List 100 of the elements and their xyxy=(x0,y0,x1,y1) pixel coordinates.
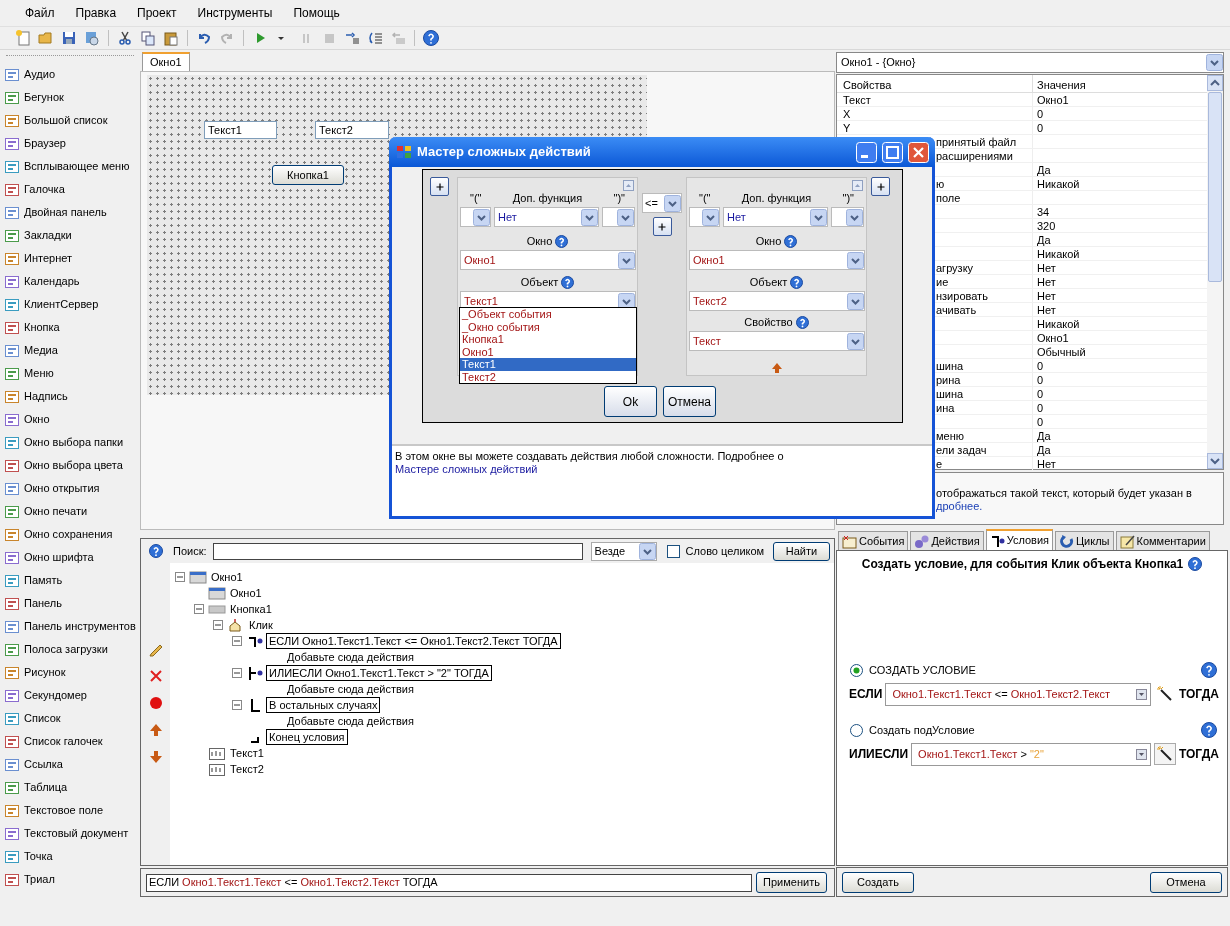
operator-dropdown[interactable]: <= xyxy=(642,193,682,213)
tab[interactable]: Условия xyxy=(985,529,1053,550)
placeholder-node[interactable]: Добавьте сюда действия xyxy=(285,712,416,730)
toolbox-item[interactable]: Окно печати xyxy=(0,500,140,523)
collapse-icon[interactable] xyxy=(232,668,242,678)
tree-node[interactable]: Окно1 xyxy=(228,584,264,602)
dropdown-option[interactable]: Текст1 xyxy=(460,358,636,371)
toolbox-item[interactable]: Триал xyxy=(0,868,140,891)
toolbox-item[interactable]: Галочка xyxy=(0,178,140,201)
collapse-icon[interactable] xyxy=(232,636,242,646)
collapse-icon[interactable] xyxy=(213,620,223,630)
toolbox-item[interactable]: Кнопка xyxy=(0,316,140,339)
magic-wand-icon[interactable] xyxy=(1155,685,1174,703)
tree-node[interactable]: Клик xyxy=(247,616,275,634)
property-value[interactable]: 0 xyxy=(1037,416,1044,428)
toolbox-item[interactable]: Окно сохранения xyxy=(0,523,140,546)
toolbox-item[interactable]: Двойная панель xyxy=(0,201,140,224)
paren-dropdown[interactable] xyxy=(831,207,864,227)
property-value[interactable]: Никакой xyxy=(1037,248,1080,260)
dropdown-option[interactable]: Текст2 xyxy=(460,370,636,383)
paren-dropdown[interactable] xyxy=(689,207,720,227)
property-value[interactable]: 0 xyxy=(1037,374,1044,386)
apply-button[interactable]: Применить xyxy=(756,872,827,893)
placeholder-node[interactable]: Добавьте сюда действия xyxy=(285,680,416,698)
menu-item[interactable]: Помощь xyxy=(292,4,341,22)
dropdown-option[interactable]: _Окно события xyxy=(460,320,636,333)
menu-item[interactable]: Инструменты xyxy=(196,4,274,22)
magic-wand-icon[interactable] xyxy=(1155,745,1174,763)
plus-icon[interactable] xyxy=(435,182,444,191)
property-value[interactable]: Нет xyxy=(1037,458,1056,470)
dropdown-option[interactable]: Кнопка1 xyxy=(460,333,636,346)
tab[interactable]: Циклы xyxy=(1055,531,1114,550)
toolbox-item[interactable]: Меню xyxy=(0,362,140,385)
property-value[interactable]: Да xyxy=(1037,444,1051,456)
property-value[interactable]: Окно1 xyxy=(1037,94,1069,106)
toolbox-item[interactable]: Всплывающее меню xyxy=(0,155,140,178)
close-icon[interactable] xyxy=(908,141,929,163)
step-icon[interactable] xyxy=(344,30,360,46)
search-field[interactable] xyxy=(212,542,583,560)
folder-icon[interactable] xyxy=(38,30,54,46)
maximize-icon[interactable] xyxy=(882,141,903,163)
property-value[interactable]: Никакой xyxy=(1037,318,1080,330)
condition-node[interactable]: ЕСЛИ Окно1.Текст1.Текст <= Окно1.Текст2.Текст ТОГДА xyxy=(266,633,561,649)
collapse-icon[interactable] xyxy=(232,700,242,710)
menu-item[interactable]: Файл xyxy=(24,4,56,22)
toolbox-item[interactable]: Окно xyxy=(0,408,140,431)
paren-dropdown[interactable] xyxy=(460,207,491,227)
property-value[interactable]: Нет xyxy=(1037,304,1056,316)
toolbox-item[interactable]: Панель xyxy=(0,592,140,615)
property-value[interactable]: Да xyxy=(1037,430,1051,442)
property-value[interactable]: Нет xyxy=(1037,262,1056,274)
property-value[interactable]: 34 xyxy=(1037,206,1050,218)
tab[interactable]: Комментарии xyxy=(1115,531,1210,550)
dropdown-option[interactable]: Окно1 xyxy=(460,345,636,358)
radio-button[interactable] xyxy=(850,723,863,737)
toolbox-item[interactable]: Точка xyxy=(0,845,140,868)
object-dropdown[interactable]: Текст2 xyxy=(689,291,865,311)
placeholder-node[interactable]: Добавьте сюда действия xyxy=(285,648,416,666)
copy-icon[interactable] xyxy=(140,30,156,46)
text-field[interactable]: Текст1 xyxy=(204,121,277,139)
tree-node[interactable]: Текст1 xyxy=(228,744,266,762)
condition-field[interactable]: Окно1.Текст1.Текст <= Окно1.Текст2.Текст xyxy=(885,682,1151,706)
minimize-icon[interactable] xyxy=(856,141,877,163)
collapse-icon[interactable] xyxy=(175,572,185,582)
property-value[interactable]: 0 xyxy=(1037,108,1044,120)
plus-icon[interactable] xyxy=(876,182,885,191)
dialog-button[interactable]: Отмена xyxy=(1150,871,1222,893)
property-value[interactable]: 0 xyxy=(1037,122,1044,134)
toolbox-item[interactable]: Текстовый документ xyxy=(0,822,140,845)
step-in-icon[interactable] xyxy=(367,30,383,46)
checkbox[interactable] xyxy=(666,544,680,558)
property-value[interactable]: Никакой xyxy=(1037,178,1080,190)
collapse-icon[interactable] xyxy=(623,180,634,191)
toolbox-item[interactable]: Медиа xyxy=(0,339,140,362)
toolbox-item[interactable]: Окно открытия xyxy=(0,477,140,500)
property-dropdown[interactable]: Текст xyxy=(689,331,865,351)
toolbox-item[interactable]: Панель инструментов xyxy=(0,615,140,638)
collapse-icon[interactable] xyxy=(194,604,204,614)
object-dropdown[interactable]: Окно1 - {Окно} xyxy=(836,52,1224,73)
toolbox-item[interactable]: Список галочек xyxy=(0,730,140,753)
condition-field[interactable]: Окно1.Текст1.Текст > "2" xyxy=(911,742,1151,766)
toolbox-item[interactable]: Список xyxy=(0,707,140,730)
property-value[interactable]: 320 xyxy=(1037,220,1056,232)
dialog-button[interactable]: Создать xyxy=(842,871,914,893)
dialog-button[interactable]: Отмена xyxy=(663,386,716,417)
find-button[interactable]: Найти xyxy=(773,541,830,561)
disks-icon[interactable] xyxy=(84,30,100,46)
radio-button[interactable] xyxy=(850,663,863,677)
property-value[interactable]: 0 xyxy=(1037,388,1044,400)
tab[interactable]: Действия xyxy=(910,531,984,550)
condition-node[interactable]: ИЛИЕСЛИ Окно1.Текст1.Текст > "2" ТОГДА xyxy=(266,665,492,681)
condition-node[interactable]: Конец условия xyxy=(266,729,348,745)
text-field[interactable]: Текст2 xyxy=(315,121,389,139)
scope-dropdown[interactable]: Везде xyxy=(590,541,657,561)
tab[interactable]: Окно1 xyxy=(142,52,190,71)
toolbox-item[interactable]: Текстовое поле xyxy=(0,799,140,822)
window-dropdown[interactable]: Окно1 xyxy=(689,250,865,270)
property-value[interactable]: Да xyxy=(1037,234,1051,246)
scrollbar[interactable] xyxy=(1207,75,1223,469)
toolbox-item[interactable]: Полоса загрузки xyxy=(0,638,140,661)
